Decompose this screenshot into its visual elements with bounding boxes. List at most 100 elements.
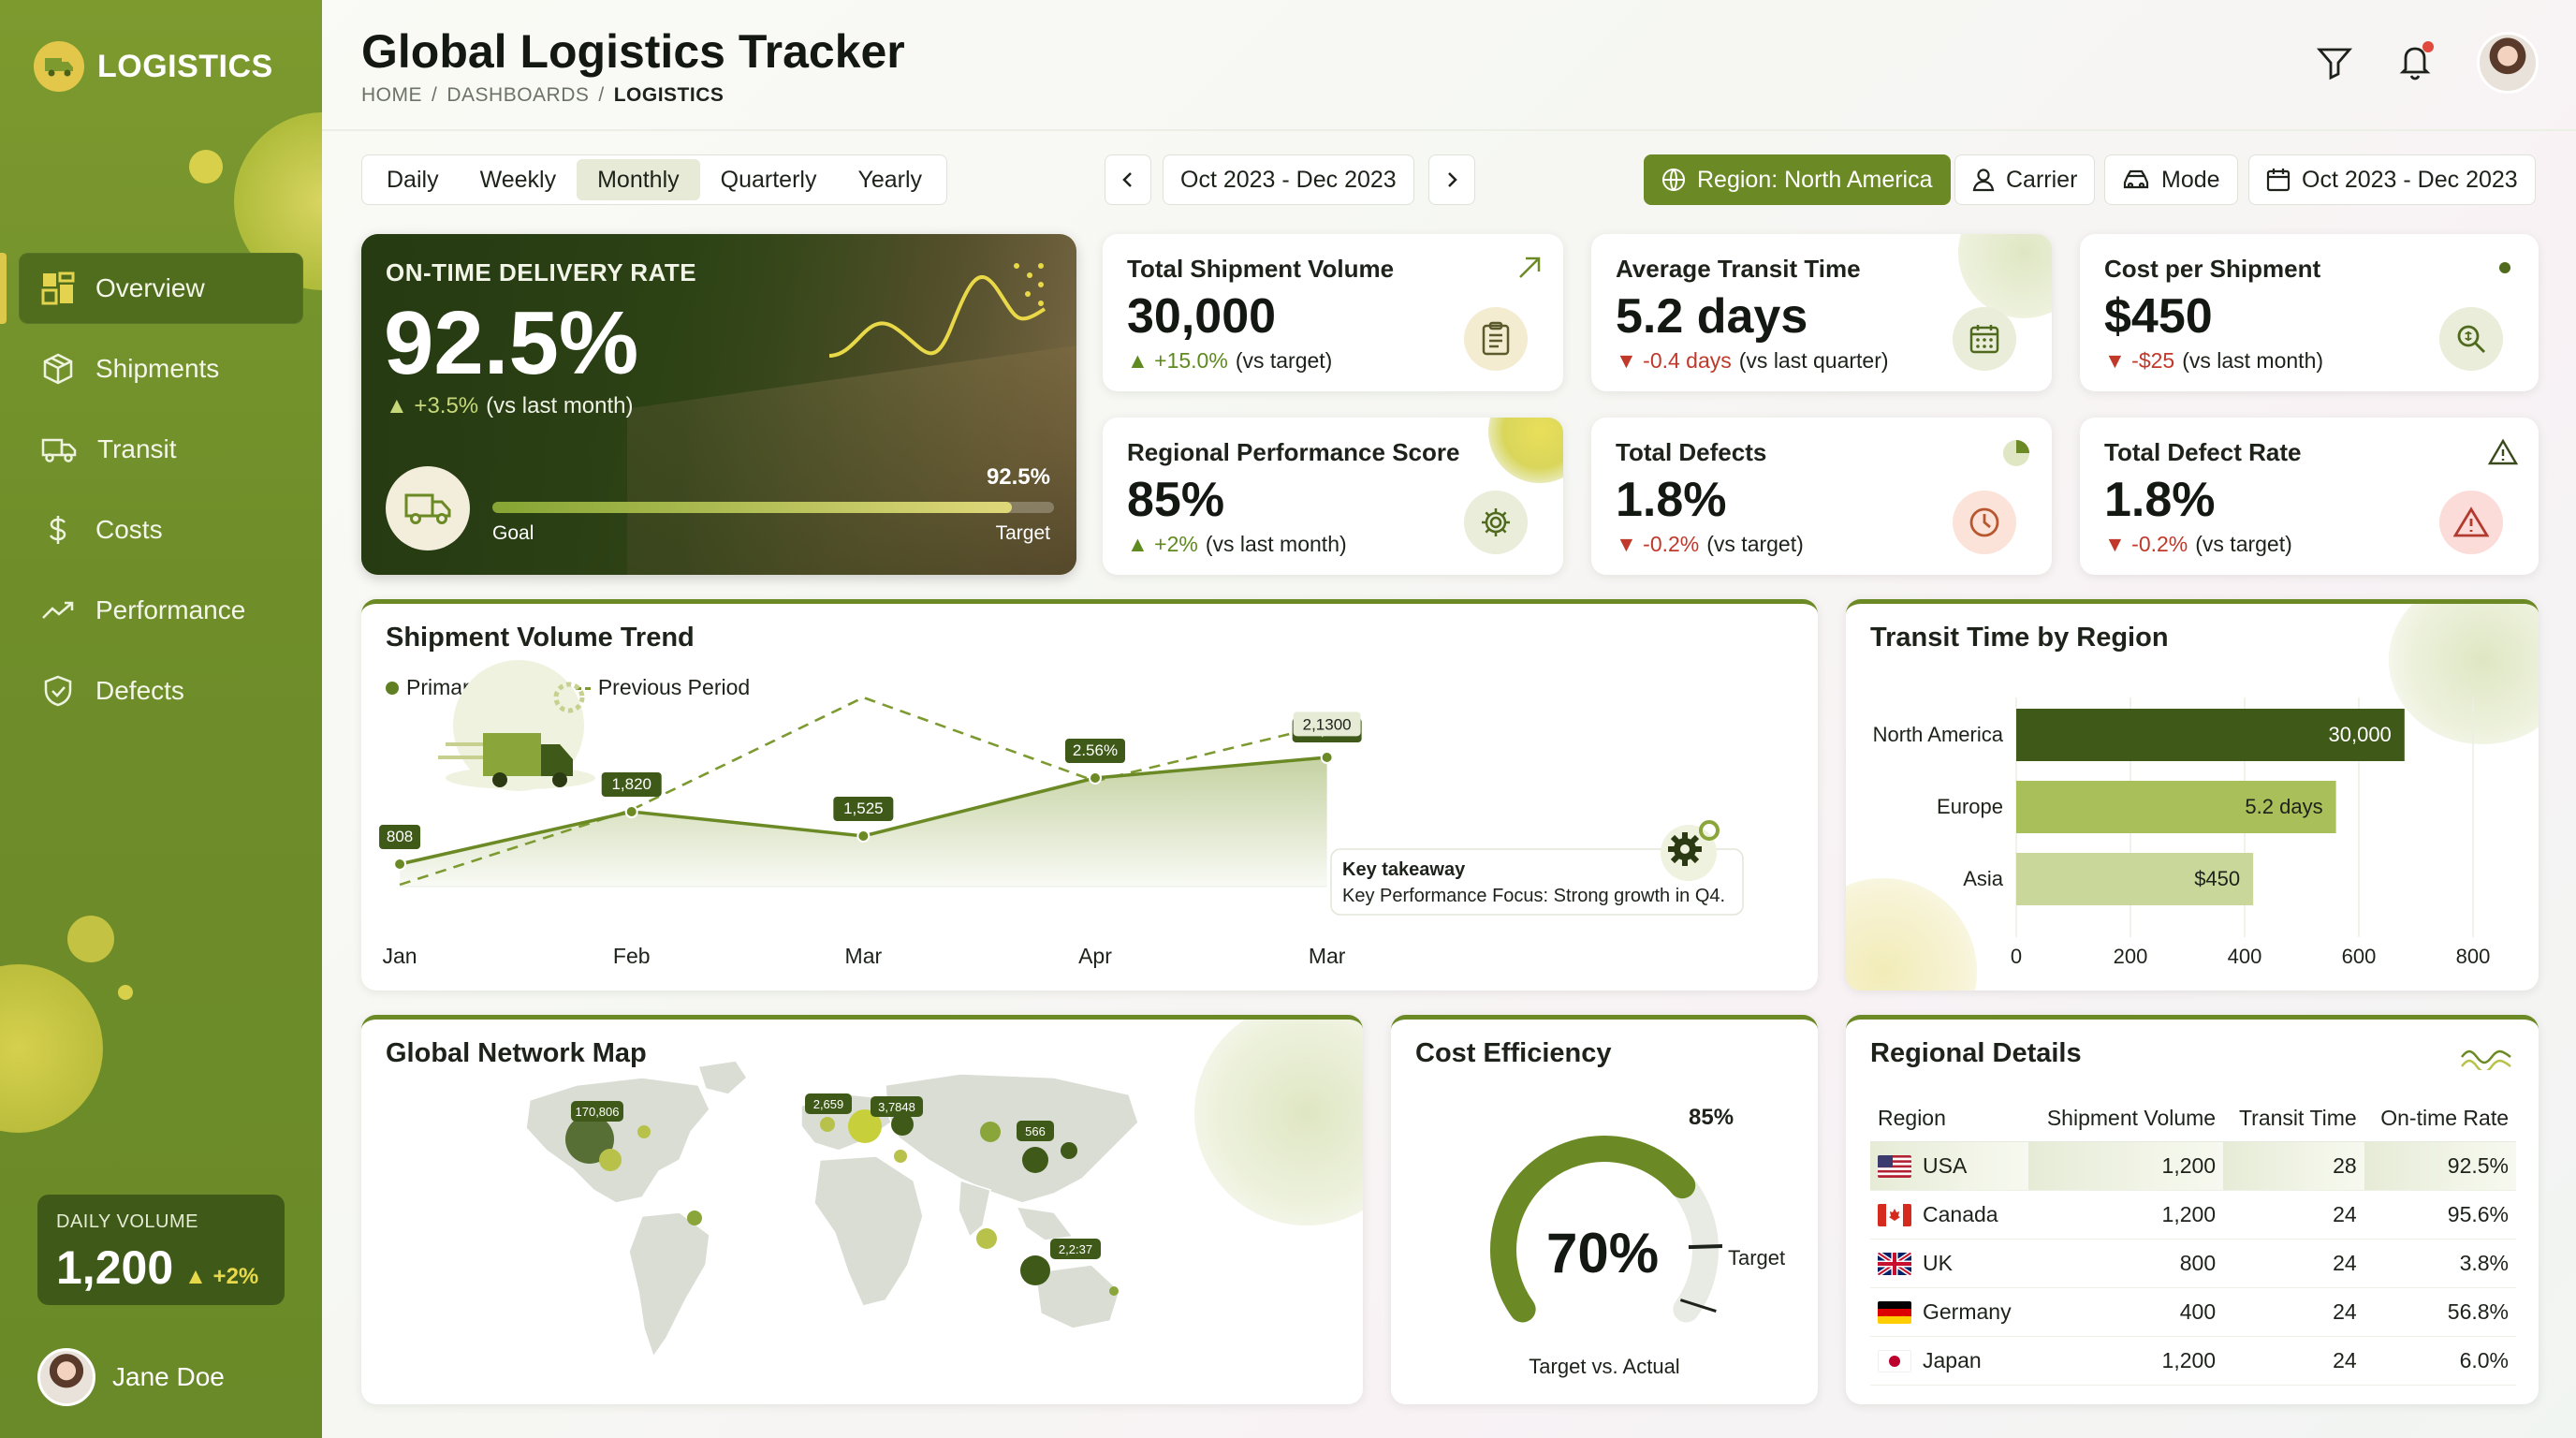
map-node[interactable] <box>1061 1142 1077 1159</box>
user-profile[interactable]: Jane Doe <box>37 1348 225 1406</box>
gauge-target-value: 85% <box>1689 1105 1734 1130</box>
header-avatar[interactable] <box>2477 32 2539 94</box>
sidebar-item-shipments[interactable]: Shipments <box>19 333 303 404</box>
table-row[interactable]: USA 1,200 28 92.5% <box>1870 1141 2516 1191</box>
kpi-delta-note: (vs last quarter) <box>1738 348 1889 373</box>
column-header[interactable]: Transit Time <box>2223 1096 2364 1142</box>
period-daily[interactable]: Daily <box>366 159 460 200</box>
map-node[interactable] <box>894 1150 907 1163</box>
period-selector: Daily Weekly Monthly Quarterly Yearly <box>361 154 948 205</box>
kpi-delta: ▼ -0.4 days (vs last quarter) <box>1616 348 1889 374</box>
sidebar-item-costs[interactable]: Costs <box>19 494 303 565</box>
map-node[interactable] <box>1109 1286 1119 1296</box>
kpi-delta-value: ▲ +15.0% <box>1127 348 1228 373</box>
map-node[interactable] <box>1022 1147 1048 1173</box>
daily-volume-label: DAILY VOLUME <box>56 1211 198 1232</box>
grid-icon <box>41 271 75 305</box>
data-point[interactable] <box>393 858 407 871</box>
volume-cell: 400 <box>2027 1287 2224 1337</box>
period-yearly[interactable]: Yearly <box>837 159 943 200</box>
breadcrumb-home[interactable]: HOME <box>361 84 422 107</box>
column-header[interactable]: On-time Rate <box>2364 1096 2516 1142</box>
kpi-cost-per-shipment[interactable]: Cost per Shipment $450 ▼ -$25 (vs last mo… <box>2080 234 2539 391</box>
kpi-value: 85% <box>1127 473 1225 527</box>
sidebar-item-defects[interactable]: Defects <box>19 655 303 726</box>
prev-period-button[interactable] <box>1105 154 1151 205</box>
cost-efficiency-card: Cost Efficiency 70% 85% Target Target vs… <box>1391 1015 1818 1404</box>
page-title: Global Logistics Tracker <box>361 25 905 78</box>
column-header[interactable]: Region <box>1870 1096 2028 1142</box>
period-weekly[interactable]: Weekly <box>460 159 578 200</box>
kpi-delta-note: (vs last month) <box>1205 532 1347 556</box>
column-header[interactable]: Shipment Volume <box>2027 1096 2224 1142</box>
period-monthly[interactable]: Monthly <box>577 159 700 200</box>
kpi-delta: ▼ -$25 (vs last month) <box>2104 348 2323 374</box>
user-icon <box>1972 169 1995 192</box>
germany-flag-icon <box>1878 1301 1911 1325</box>
status-dot <box>2499 262 2510 273</box>
kpi-delta-value: ▲ +2% <box>1127 532 1198 556</box>
map-node[interactable] <box>980 1122 1001 1142</box>
map-node[interactable] <box>976 1228 997 1249</box>
kpi-value: 1.8% <box>1616 473 1727 527</box>
transit-cell: 28 <box>2223 1141 2364 1191</box>
kpi-defect-rate[interactable]: Total Defect Rate 1.8% ▼ -0.2% (vs target… <box>2080 418 2539 575</box>
target-label: Target <box>995 522 1050 544</box>
kpi-value: 30,000 <box>1127 289 1277 344</box>
brand[interactable]: LOGISTICS <box>34 41 273 92</box>
volume-cell: 1,200 <box>2027 1141 2224 1191</box>
cost-efficiency-gauge: 70% 85% Target Target vs. Actual <box>1490 1105 1785 1378</box>
bar-value-label: $450 <box>2194 867 2240 890</box>
decor-blob <box>189 150 223 183</box>
truck-logo-icon <box>34 41 84 92</box>
transit-time-region-card: Transit Time by Region 0 200 400 600 800 Nort… <box>1846 599 2539 990</box>
dollar-icon <box>49 516 66 544</box>
decor-blob <box>118 985 133 1000</box>
world-map[interactable]: 170,806 2,659 3,7848 566 2,2:37 <box>361 1020 1363 1404</box>
kpi-value: $450 <box>2104 289 2213 344</box>
date-range-button[interactable]: Oct 2023 - Dec 2023 <box>1163 154 1414 205</box>
box-icon <box>43 353 73 385</box>
kpi-regional-score[interactable]: Regional Performance Score 85% ▲ +2% (vs … <box>1103 418 1563 575</box>
transit-cell: 24 <box>2223 1336 2364 1386</box>
kpi-total-defects[interactable]: Total Defects 1.8% ▼ -0.2% (vs target) <box>1591 418 2052 575</box>
table-row[interactable]: UK 800 24 3.8% <box>1870 1239 2516 1288</box>
kpi-transit-time[interactable]: Average Transit Time 5.2 days ▼ -0.4 day… <box>1591 234 2052 391</box>
sidebar-item-performance[interactable]: Performance <box>19 575 303 646</box>
sidebar-item-transit[interactable]: Transit <box>19 414 303 485</box>
data-point[interactable] <box>1320 751 1334 764</box>
daily-volume-card: DAILY VOLUME 1,200 ▲ +2% <box>37 1195 285 1305</box>
carrier-filter-button[interactable]: Carrier <box>1954 154 2096 205</box>
breadcrumb-dashboards[interactable]: DASHBOARDS <box>446 84 589 107</box>
rate-cell: 6.0% <box>2364 1336 2516 1386</box>
date-filter-button[interactable]: Oct 2023 - Dec 2023 <box>2248 154 2536 205</box>
map-node[interactable] <box>637 1125 651 1138</box>
notifications-button[interactable] <box>2396 40 2434 85</box>
region-name: Germany <box>1923 1299 2012 1324</box>
region-filter-button[interactable]: Region: North America <box>1644 154 1951 205</box>
table-row[interactable]: Germany 400 24 56.8% <box>1870 1287 2516 1337</box>
data-point[interactable] <box>624 805 638 818</box>
sidebar-item-overview[interactable]: Overview <box>19 253 303 324</box>
key-takeaway-callout: Key takeaway Key Performance Focus: Stro… <box>1330 820 1744 916</box>
transit-cell: 24 <box>2223 1190 2364 1240</box>
map-node[interactable] <box>1020 1255 1050 1285</box>
rate-cell: 92.5% <box>2364 1141 2516 1191</box>
india-shape <box>958 1179 991 1239</box>
next-period-button[interactable] <box>1428 154 1475 205</box>
data-point[interactable] <box>856 829 871 843</box>
table-row[interactable]: Japan 1,200 24 6.0% <box>1870 1336 2516 1386</box>
region-cell: UK <box>1870 1239 2028 1288</box>
delivery-progress-fill <box>492 502 1012 513</box>
map-node[interactable] <box>599 1149 622 1171</box>
kpi-shipment-volume[interactable]: Total Shipment Volume 30,000 ▲ +15.0% (vs… <box>1103 234 1563 391</box>
data-point[interactable] <box>1088 771 1102 785</box>
map-node[interactable] <box>820 1117 835 1132</box>
filter-icon[interactable] <box>2316 44 2353 81</box>
mode-filter-button[interactable]: Mode <box>2104 154 2238 205</box>
category-label: North America <box>1873 723 2004 746</box>
on-time-delivery-card: ON-TIME DELIVERY RATE 92.5% ▲ +3.5% (vs … <box>361 234 1076 575</box>
table-row[interactable]: Canada 1,200 24 95.6% <box>1870 1190 2516 1240</box>
period-quarterly[interactable]: Quarterly <box>700 159 838 200</box>
map-node[interactable] <box>687 1211 702 1225</box>
